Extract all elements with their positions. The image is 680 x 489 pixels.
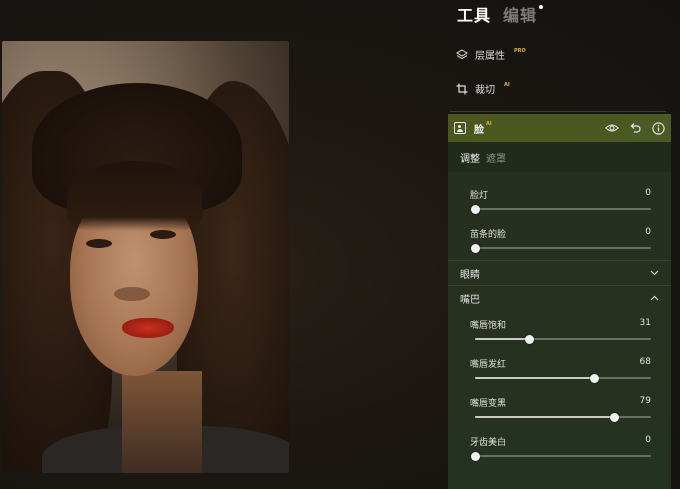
slider-value: 0 [645, 227, 651, 237]
slider-slim-face: 苗条的脸 0 [448, 221, 671, 260]
tool-crop-label: 裁切 [475, 85, 495, 96]
slider-fill [475, 377, 595, 379]
slider-teeth-whitening: 牙齿美白 0 [448, 429, 671, 468]
slider-track[interactable] [475, 412, 651, 422]
slider-lip-darken: 嘴唇变黑 79 [448, 390, 671, 429]
pro-tag: PRO [514, 47, 526, 54]
face-icon [454, 122, 466, 134]
slider-label: 牙齿美白 [470, 438, 507, 448]
slider-knob[interactable] [590, 373, 600, 383]
tool-layers[interactable]: 层属性 PRO [455, 47, 526, 62]
slider-lip-redness: 嘴唇发红 68 [448, 351, 671, 390]
chevron-down-icon [649, 268, 659, 278]
slider-label: 嘴唇发红 [470, 360, 507, 370]
slider-knob[interactable] [470, 243, 480, 253]
tool-crop[interactable]: 裁切 AI [455, 81, 510, 96]
section-mouth[interactable]: 嘴巴 [448, 285, 671, 310]
divider [450, 111, 666, 112]
slider-fill [475, 416, 615, 418]
slider-face-light: 脸灯 0 [448, 182, 671, 221]
undo-icon[interactable] [628, 121, 642, 135]
face-panel: 脸 AI 调整 遮罩 脸灯 0 苗条的脸 0 眼睛 嘴巴 嘴唇饱和 31 嘴唇发… [448, 114, 671, 489]
panel-header-actions [605, 121, 665, 135]
photo-eye-left [86, 239, 112, 248]
mode-tabs: 工具 编辑 [457, 2, 544, 26]
slider-knob[interactable] [470, 204, 480, 214]
face-panel-header[interactable]: 脸 AI [448, 114, 671, 142]
slider-label: 苗条的脸 [470, 230, 507, 240]
slider-track[interactable] [470, 204, 651, 214]
layers-icon [455, 48, 468, 61]
tab-edit[interactable]: 编辑 [503, 2, 544, 26]
slider-track[interactable] [470, 451, 651, 461]
slider-label: 嘴唇变黑 [470, 399, 507, 409]
face-ai-tag: AI [486, 121, 492, 127]
slider-knob[interactable] [609, 412, 619, 422]
slider-value: 68 [639, 357, 651, 367]
photo-bangs [67, 161, 202, 231]
section-eyes-label: 眼睛 [460, 269, 480, 281]
slider-knob[interactable] [525, 334, 535, 344]
slider-lip-saturation: 嘴唇饱和 31 [448, 312, 671, 351]
section-mouth-label: 嘴巴 [460, 294, 480, 306]
photo-canvas[interactable] [2, 41, 289, 473]
slider-track[interactable] [470, 243, 651, 253]
slider-label: 脸灯 [470, 191, 489, 201]
face-subtabs: 调整 遮罩 [448, 142, 671, 172]
slider-value: 79 [639, 396, 651, 406]
tab-adjust[interactable]: 调整 [460, 150, 480, 165]
tab-edit-label: 编辑 [503, 6, 538, 25]
face-panel-title: 脸 [474, 124, 484, 136]
section-eyes[interactable]: 眼睛 [448, 260, 671, 285]
slider-fill [475, 338, 530, 340]
crop-icon [455, 82, 468, 95]
photo-lips [122, 318, 174, 338]
photo-eye-right [150, 230, 176, 239]
mouth-sliders: 嘴唇饱和 31 嘴唇发红 68 嘴唇变黑 79 牙齿美白 0 [448, 310, 671, 468]
tab-tools[interactable]: 工具 [457, 2, 491, 26]
slider-track[interactable] [475, 334, 651, 344]
slider-value: 31 [639, 318, 651, 328]
slider-value: 0 [645, 188, 651, 198]
slider-track[interactable] [475, 373, 651, 383]
slider-label: 嘴唇饱和 [470, 321, 507, 331]
tool-layers-label: 层属性 [475, 51, 505, 62]
ai-tag: AI [504, 81, 510, 88]
photo-nose [114, 287, 150, 301]
tab-mask[interactable]: 遮罩 [486, 150, 506, 165]
eye-icon[interactable] [605, 121, 619, 135]
slider-knob[interactable] [470, 451, 480, 461]
info-icon[interactable] [651, 121, 665, 135]
notification-dot [539, 5, 544, 9]
photo-neck [122, 371, 202, 473]
slider-value: 0 [645, 435, 651, 445]
face-sliders: 脸灯 0 苗条的脸 0 [448, 172, 671, 260]
chevron-up-icon [649, 293, 659, 303]
